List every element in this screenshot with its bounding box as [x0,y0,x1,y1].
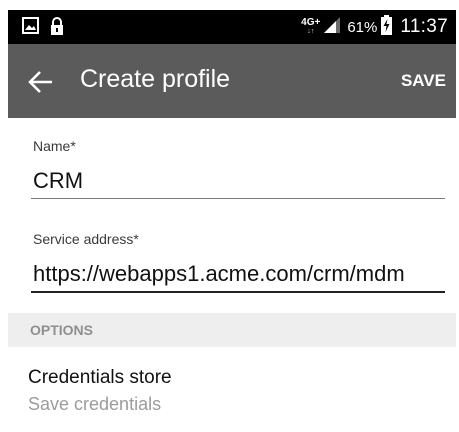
status-bar: 4G+ ↓↑ 61% 11:37 [8,10,456,44]
image-icon [22,17,39,41]
save-button[interactable]: SAVE [401,71,446,91]
service-address-field[interactable] [31,256,445,293]
credentials-store-item[interactable]: Credentials store Save credentials [8,362,456,426]
battery-charging-icon [381,14,393,40]
options-header-label: OPTIONS [30,322,94,338]
credentials-store-title: Credentials store [28,367,172,388]
app-bar: Create profile SAVE [8,44,456,118]
service-address-label: Service address* [33,231,139,247]
battery-percent: 61% [347,18,378,36]
back-button[interactable] [28,69,54,95]
name-field[interactable] [31,164,445,199]
signal-icon [323,16,341,39]
arrow-left-icon [28,71,52,93]
name-label: Name* [33,138,76,154]
options-section-header: OPTIONS [8,313,456,347]
network-type-indicator: 4G+ ↓↑ [301,18,320,36]
clock: 11:37 [400,16,448,37]
credentials-store-summary: Save credentials [28,394,162,414]
page-title: Create profile [80,65,231,93]
network-activity-indicator: ↓↑ [307,28,315,35]
lock-icon [50,17,64,41]
